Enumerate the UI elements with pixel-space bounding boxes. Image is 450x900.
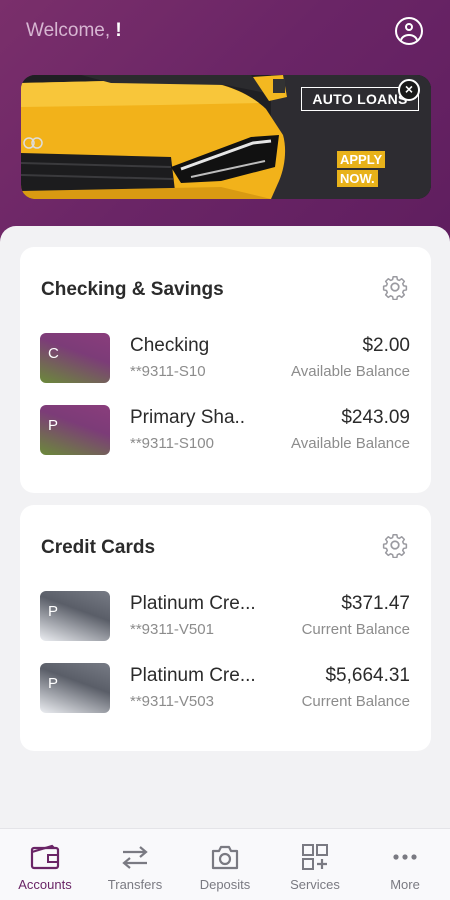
welcome-label: Welcome,: [26, 20, 111, 41]
nav-label: Accounts: [18, 877, 72, 892]
arrows-swap-icon: [122, 846, 148, 869]
credit-cards-card: Credit Cards P Platinum Cre... **9311-V5…: [20, 505, 431, 751]
balance-label: Current Balance: [301, 621, 410, 638]
nav-deposits[interactable]: Deposits: [180, 829, 270, 900]
nav-label: More: [390, 877, 420, 892]
close-icon[interactable]: ×: [398, 79, 420, 101]
nav-accounts[interactable]: Accounts: [0, 829, 90, 900]
ellipsis-icon: [393, 854, 417, 860]
profile-icon[interactable]: [395, 17, 423, 45]
account-number: **9311-S10: [130, 363, 206, 380]
user-name: !: [115, 20, 122, 41]
balance-label: Current Balance: [301, 693, 410, 710]
grid-plus-icon: [302, 844, 328, 870]
account-name: Platinum Cre...: [130, 593, 256, 614]
nav-transfers[interactable]: Transfers: [90, 829, 180, 900]
account-avatar: P: [40, 663, 110, 713]
checking-savings-card: Checking & Savings C Checking **9311-S10…: [20, 247, 431, 493]
apply-line-2: NOW.: [337, 170, 378, 187]
account-avatar: C: [40, 333, 110, 383]
wallet-icon: [30, 844, 60, 870]
account-row[interactable]: P Primary Sha.. **9311-S100 $243.09 Avai…: [20, 405, 431, 457]
welcome-text: Welcome, !: [26, 20, 122, 42]
account-row[interactable]: P Platinum Cre... **9311-V501 $371.47 Cu…: [20, 591, 431, 643]
gear-icon[interactable]: [382, 274, 408, 300]
section-title: Checking & Savings: [41, 279, 224, 300]
account-number: **9311-S100: [130, 435, 214, 452]
gear-icon[interactable]: [382, 532, 408, 558]
account-balance: $2.00: [362, 335, 410, 356]
account-row[interactable]: P Platinum Cre... **9311-V503 $5,664.31 …: [20, 663, 431, 715]
apply-now-text: APPLY NOW.: [337, 151, 386, 189]
section-title: Credit Cards: [41, 537, 156, 558]
account-balance: $5,664.31: [325, 665, 410, 686]
nav-label: Deposits: [199, 877, 251, 892]
nav-more[interactable]: More: [360, 829, 450, 900]
auto-loans-banner[interactable]: AUTO LOANS × APPLY NOW.: [21, 75, 431, 199]
bottom-nav: Accounts Transfers Deposits Services Mor…: [0, 828, 450, 900]
account-name: Checking: [130, 335, 210, 356]
account-number: **9311-V503: [130, 693, 214, 710]
account-row[interactable]: C Checking **9311-S10 $2.00 Available Ba…: [20, 333, 431, 385]
balance-label: Available Balance: [291, 435, 410, 452]
account-name: Platinum Cre...: [130, 665, 256, 686]
account-number: **9311-V501: [130, 621, 214, 638]
nav-services[interactable]: Services: [270, 829, 360, 900]
account-avatar: P: [40, 405, 110, 455]
account-balance: $243.09: [341, 407, 410, 428]
balance-label: Available Balance: [291, 363, 410, 380]
nav-label: Transfers: [107, 877, 163, 892]
account-avatar: P: [40, 591, 110, 641]
account-name: Primary Sha..: [130, 407, 246, 428]
apply-line-1: APPLY: [337, 151, 386, 168]
account-balance: $371.47: [341, 593, 410, 614]
nav-label: Services: [290, 877, 340, 892]
camera-icon: [211, 845, 239, 870]
